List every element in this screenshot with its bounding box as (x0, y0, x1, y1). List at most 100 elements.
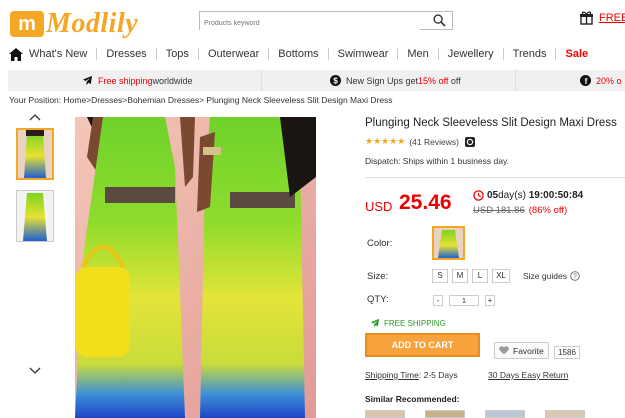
similar-item[interactable] (365, 410, 405, 418)
signup-discount: 15% off (418, 75, 449, 86)
nav-item-swimwear[interactable]: Swimwear (329, 48, 399, 60)
svg-text:?: ? (573, 274, 577, 281)
qty-decrease-button[interactable]: - (433, 295, 443, 306)
thumbnail-1[interactable] (16, 128, 54, 180)
nav-item-tops[interactable]: Tops (157, 48, 199, 60)
favorite-button[interactable]: Favorite (494, 342, 549, 359)
product-info: Plunging Neck Sleeveless Slit Design Max… (365, 116, 625, 166)
old-price-row: USD 181.86 (86% off) (473, 205, 567, 216)
worldwide-text: worldwide (152, 75, 193, 86)
size-guide-text: Size guides (523, 271, 567, 281)
timer-time: 19:00:50:84 (528, 190, 584, 201)
free-link[interactable]: FREE (599, 12, 625, 24)
returns-link[interactable]: 30 Days Easy Return (488, 370, 568, 380)
free-shipping-badge: FREE SHIPPING (370, 318, 446, 328)
logo-mark: m (10, 11, 44, 37)
color-label: Color: (367, 238, 393, 249)
help-icon: ? (570, 271, 580, 281)
size-l[interactable]: L (472, 269, 488, 283)
search-box (199, 11, 453, 32)
size-m[interactable]: M (452, 269, 468, 283)
chevron-down-icon[interactable] (29, 367, 41, 375)
similar-item[interactable] (545, 410, 585, 418)
price-row: USD 25.46 05 day(s) 19:00:50:84 USD 181.8… (365, 190, 625, 220)
facebook-icon: f (580, 75, 591, 86)
color-swatch[interactable] (432, 226, 465, 260)
nav-item-sale[interactable]: Sale (556, 48, 597, 60)
promo-bar: Free shipping worldwide $ New Sign Ups g… (8, 70, 625, 91)
shipping-time[interactable]: Shipping Time: 2-5 Days (365, 370, 458, 380)
reviews-link[interactable]: (41 Reviews) (409, 137, 459, 147)
qty-label: QTY: (367, 294, 389, 305)
qty-input[interactable]: 1 (449, 295, 479, 306)
airplane-icon (370, 318, 380, 328)
facebook-discount: 20% o (596, 75, 622, 86)
clock-icon (473, 190, 484, 201)
badge-icon (464, 136, 475, 147)
price-value: 25.46 (399, 191, 452, 214)
dispatch-info: Dispatch: Ships within 1 business day. (365, 156, 509, 166)
rating-stars: ★★★★★ (365, 136, 406, 146)
breadcrumb-prefix: Your Position: (9, 95, 64, 105)
logo-text: Modlily (46, 8, 139, 39)
shipping-time-value: : 2-5 Days (418, 370, 458, 380)
logo[interactable]: m Modlily (10, 8, 138, 40)
free-shipping-label: FREE SHIPPING (384, 318, 446, 328)
nav-item-trends[interactable]: Trends (504, 48, 557, 60)
breadcrumb: Your Position: Home>Dresses>Bohemian Dre… (9, 95, 393, 105)
timer-days-label: day(s) (498, 190, 526, 201)
size-label: Size: (367, 271, 389, 282)
old-price: USD 181.86 (473, 205, 525, 216)
favorite-count: 1586 (554, 346, 580, 359)
favorite-label: Favorite (513, 345, 544, 356)
divider (365, 177, 625, 178)
promo-signup[interactable]: $ New Sign Ups get 15% off off (261, 70, 515, 91)
similar-heading: Similar Recommended: (365, 394, 460, 404)
qty-increase-button[interactable]: + (485, 295, 495, 306)
main-nav: What's New Dresses Tops Outerwear Bottom… (0, 43, 625, 65)
product-title: Plunging Neck Sleeveless Slit Design Max… (365, 117, 617, 129)
nav-item-bottoms[interactable]: Bottoms (269, 48, 329, 60)
countdown-timer: 05 day(s) 19:00:50:84 (473, 190, 583, 201)
free-shipping-text: Free shipping (98, 75, 153, 86)
svg-text:$: $ (333, 76, 338, 85)
rating: ★★★★★ (41 Reviews) (365, 136, 625, 147)
home-icon[interactable] (9, 47, 23, 61)
similar-item[interactable] (425, 410, 465, 418)
similar-items (365, 410, 605, 418)
discount-percent: (86% off) (528, 205, 568, 216)
shipping-time-label: Shipping Time (365, 370, 419, 380)
similar-item[interactable] (485, 410, 525, 418)
nav-item-men[interactable]: Men (398, 48, 439, 60)
size-xl[interactable]: XL (492, 269, 510, 283)
chevron-up-icon[interactable] (29, 113, 41, 121)
breadcrumb-path[interactable]: Home>Dresses>Bohemian Dresses> (64, 95, 207, 105)
size-options: S M L XL Size guides ? (432, 269, 580, 283)
nav-item-whats-new[interactable]: What's New (23, 48, 98, 60)
timer-days: 05 (487, 190, 499, 201)
heart-icon (499, 346, 509, 355)
signup-text: New Sign Ups get (346, 75, 419, 86)
nav-item-outerwear[interactable]: Outerwear (199, 48, 270, 60)
add-to-cart-button[interactable]: ADD TO CART (365, 333, 480, 357)
airplane-icon (82, 75, 93, 86)
free-gift-promo[interactable]: FREE (580, 11, 625, 25)
promo-facebook[interactable]: f 20% o (515, 70, 622, 91)
search-input[interactable] (200, 15, 420, 32)
dollar-icon: $ (330, 75, 341, 86)
breadcrumb-current: Plunging Neck Sleeveless Slit Design Max… (206, 95, 393, 105)
promo-free-shipping[interactable]: Free shipping worldwide (8, 70, 261, 91)
svg-text:f: f (585, 77, 588, 86)
search-icon[interactable] (433, 14, 446, 27)
gift-icon (580, 11, 593, 25)
size-s[interactable]: S (432, 269, 448, 283)
quantity-stepper: - 1 + (433, 295, 495, 306)
price-currency: USD (365, 199, 393, 214)
thumbnail-2[interactable] (16, 190, 54, 242)
signup-off: off (450, 75, 461, 86)
main-product-image[interactable] (75, 117, 316, 418)
nav-item-dresses[interactable]: Dresses (97, 48, 157, 60)
nav-item-jewellery[interactable]: Jewellery (439, 48, 504, 60)
size-guide-link[interactable]: Size guides ? (523, 271, 580, 281)
header: m Modlily FREE (0, 0, 625, 40)
